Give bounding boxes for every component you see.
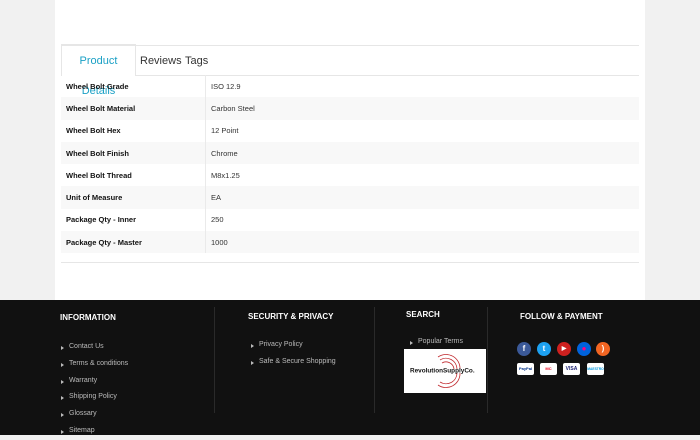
spec-label: Package Qty - Inner <box>61 208 206 232</box>
product-tabs: Product Details Reviews Tags <box>61 44 639 97</box>
table-divider <box>61 262 639 263</box>
paypal-icon: PayPal <box>517 363 534 375</box>
logo-text: RevolutionSupplyCo. <box>410 368 475 375</box>
table-row: Wheel Bolt Grade ISO 12.9 <box>61 75 639 98</box>
spec-label: Package Qty - Master <box>61 231 206 254</box>
flickr-icon[interactable]: ● <box>577 342 591 356</box>
maestro-icon: MAESTRO <box>587 363 604 375</box>
footer-heading-search: SEARCH <box>406 310 440 319</box>
footer-divider <box>214 307 215 413</box>
spec-label: Wheel Bolt Grade <box>61 75 206 98</box>
footer-link-terms[interactable]: Terms & conditions <box>60 356 128 373</box>
footer-link-contact-us[interactable]: Contact Us <box>60 339 128 356</box>
table-row: Wheel Bolt Finish Chrome <box>61 141 639 165</box>
twitter-icon[interactable]: t <box>537 342 551 356</box>
footer-link-privacy-policy[interactable]: Privacy Policy <box>250 337 336 354</box>
footer-information-links: Contact Us Terms & conditions Warranty S… <box>60 339 128 440</box>
table-row: Package Qty - Master 1000 <box>61 231 639 254</box>
spec-value: Chrome <box>205 141 639 165</box>
footer-link-sitemap[interactable]: Sitemap <box>60 423 128 440</box>
spec-label: Unit of Measure <box>61 186 206 209</box>
facebook-icon[interactable]: f <box>517 342 531 356</box>
spec-value: ISO 12.9 <box>211 81 241 91</box>
product-content-panel: Product Details Reviews Tags Wheel Bolt … <box>55 0 645 300</box>
product-specs-table: Wheel Bolt Grade ISO 12.9 Wheel Bolt Mate… <box>61 75 639 254</box>
footer-divider <box>487 307 488 413</box>
tab-reviews[interactable]: Reviews <box>140 46 182 75</box>
footer-divider <box>374 307 375 413</box>
footer-heading-security: SECURITY & PRIVACY <box>248 312 334 321</box>
tab-product-details[interactable]: Product Details <box>61 44 136 97</box>
spec-value: 12 Point <box>211 126 239 136</box>
table-row: Unit of Measure EA <box>61 186 639 209</box>
spec-label: Wheel Bolt Hex <box>61 119 206 142</box>
spec-value: M8x1.25 <box>211 170 240 180</box>
footer-link-glossary[interactable]: Glossary <box>60 406 128 423</box>
spec-label: Wheel Bolt Material <box>61 97 206 120</box>
footer-link-safe-shopping[interactable]: Safe & Secure Shopping <box>250 354 336 371</box>
table-row: Wheel Bolt Hex 12 Point <box>61 119 639 142</box>
spec-value: Carbon Steel <box>205 97 639 120</box>
spec-value: 250 <box>211 215 224 225</box>
spec-value: 1000 <box>205 231 639 254</box>
site-footer: INFORMATION Contact Us Terms & condition… <box>0 300 700 435</box>
spec-label: Wheel Bolt Thread <box>61 164 206 187</box>
footer-link-shipping-policy[interactable]: Shipping Policy <box>60 389 128 406</box>
tab-tags[interactable]: Tags <box>185 46 208 75</box>
footer-heading-information: INFORMATION <box>60 313 116 322</box>
revolution-supply-logo[interactable]: RevolutionSupplyCo. <box>404 349 486 393</box>
rss-icon[interactable]: ) <box>596 342 610 356</box>
youtube-icon[interactable]: ▶ <box>557 342 571 356</box>
logo-graphic: RevolutionSupplyCo. <box>410 354 475 388</box>
table-row: Wheel Bolt Thread M8x1.25 <box>61 164 639 187</box>
spec-value: EA <box>205 186 639 209</box>
mastercard-icon: MC <box>540 363 557 375</box>
spec-label: Wheel Bolt Finish <box>61 141 206 165</box>
table-row: Package Qty - Inner 250 <box>61 208 639 232</box>
footer-link-warranty[interactable]: Warranty <box>60 373 128 390</box>
footer-heading-follow-payment: FOLLOW & PAYMENT <box>520 312 603 321</box>
table-row: Wheel Bolt Material Carbon Steel <box>61 97 639 120</box>
footer-security-links: Privacy Policy Safe & Secure Shopping <box>250 337 336 371</box>
visa-icon: VISA <box>563 363 580 375</box>
